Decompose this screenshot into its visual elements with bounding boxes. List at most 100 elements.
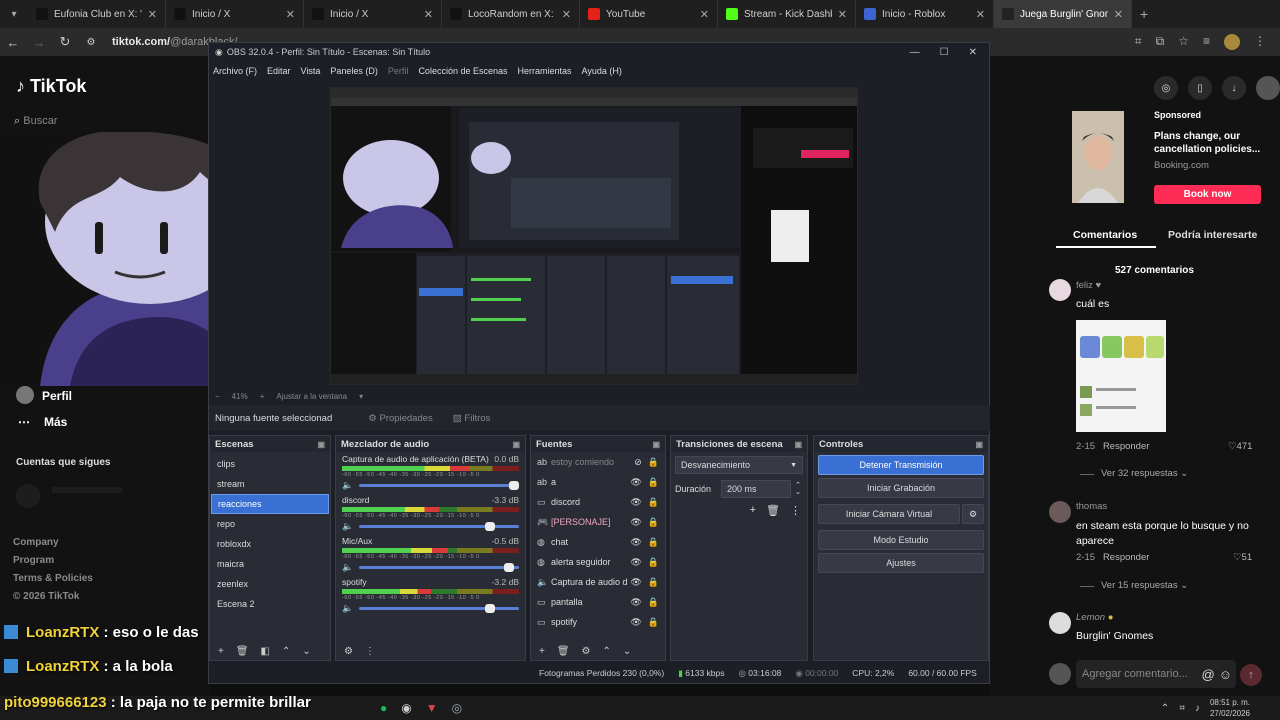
ad-thumbnail[interactable] [1072,111,1124,203]
comment-username[interactable]: Lemon ● [1076,612,1113,623]
extensions-icon[interactable]: ≡ [1203,34,1210,50]
browser-tab[interactable]: Juega Burglin' Gnomes: L ✕ [994,0,1132,28]
source-item[interactable]: ◍ chat 👁 🔒 [531,532,665,552]
tab-search-icon[interactable]: ▾ [0,0,28,28]
download-icon[interactable]: ↓ [1222,76,1246,100]
source-item[interactable]: ▭ discord 👁 🔒 [531,492,665,512]
slider-knob[interactable] [509,481,519,490]
footer-link[interactable]: Terms & Policies [13,570,93,588]
lock-icon[interactable]: 🔒 [648,597,659,608]
eye-icon[interactable]: 👁 [630,477,641,488]
zoom-in-icon[interactable]: + [260,392,265,401]
maximize-icon[interactable]: ☐ [940,47,949,58]
comment-username[interactable]: feliz ♥ [1076,280,1101,291]
tab-close-icon[interactable]: ✕ [838,8,847,21]
reply-button[interactable]: Responder [1103,441,1149,452]
lock-icon[interactable]: 🔒 [648,617,659,628]
phone-icon[interactable]: ▯ [1188,76,1212,100]
minimize-icon[interactable]: — [910,47,920,58]
eye-icon[interactable]: 👁 [630,497,641,508]
scene-item[interactable]: robloxdx [211,534,329,554]
mention-icon[interactable]: @ [1202,667,1215,682]
start-virtual-camera-button[interactable]: Iniciar Cámara Virtual [818,504,960,524]
speaker-icon[interactable]: 🔈 [342,521,353,532]
site-info-icon[interactable]: ⚙ [78,37,104,48]
move-up-icon[interactable]: ⌃ [282,646,290,657]
close-icon[interactable]: ✕ [969,47,977,58]
view-replies[interactable]: Ver 32 respuestas ⌄ [1101,468,1188,479]
tab-close-icon[interactable]: ✕ [562,8,571,21]
scene-item[interactable]: stream [211,474,329,494]
obs-taskbar-icon[interactable]: ◉ [401,701,411,715]
tab-close-icon[interactable]: ✕ [1114,8,1123,21]
reload-icon[interactable]: ↻ [52,34,78,50]
comment-image[interactable] [1076,320,1166,432]
remove-scene-icon[interactable]: 🗑 [236,646,249,657]
mixer-settings-icon[interactable]: ⚙ [344,646,353,657]
footer-link[interactable]: Company [13,534,93,552]
dock-undock-icon[interactable]: ▣ [975,440,983,449]
scene-item[interactable]: repo [211,514,329,534]
book-now-button[interactable]: Book now [1154,185,1261,204]
user-avatar[interactable] [1256,76,1280,100]
stop-streaming-button[interactable]: Detener Transmisión [818,455,984,475]
lock-icon[interactable]: 🔒 [648,537,659,548]
menu-item[interactable]: Ayuda (H) [582,66,622,76]
dock-undock-icon[interactable]: ▣ [794,440,802,449]
browser-tab[interactable]: Inicio - Roblox ✕ [856,0,994,28]
volume-slider[interactable] [359,604,519,613]
scene-item[interactable]: Escena 2 [211,594,329,614]
view-replies[interactable]: Ver 15 respuestas ⌄ [1101,580,1188,591]
menu-item[interactable]: Vista [301,66,321,76]
source-settings-icon[interactable]: ⚙ [582,646,591,657]
eye-hidden-icon[interactable]: ⊘ [634,457,642,468]
scene-item[interactable]: reacciones [211,494,329,514]
tiktok-logo[interactable]: ♪ TikTok [16,76,86,97]
tray-chevron-icon[interactable]: ⌃ [1161,703,1169,714]
add-comment-input[interactable]: Agregar comentario... @ ☺ [1076,660,1236,688]
spotify-icon[interactable]: ● [380,701,387,715]
browser-tab[interactable]: Stream - Kick Dashboard ✕ [718,0,856,28]
tab-interest[interactable]: Podría interesarte [1168,229,1257,241]
slider-knob[interactable] [485,522,496,531]
nav-more[interactable]: ⋯ Más [18,415,67,429]
obs-preview[interactable] [330,87,858,385]
browser-tab[interactable]: LocoRandom en X: "RESI ✕ [442,0,580,28]
footer-link[interactable]: © 2026 TikTok [13,588,93,606]
source-item[interactable]: ab estoy comiendo ⊘ 🔒 [531,452,665,472]
footer-link[interactable]: Program [13,552,93,570]
lock-icon[interactable]: 🔒 [648,557,659,568]
source-item[interactable]: ab a 👁 🔒 [531,472,665,492]
transition-menu-icon[interactable]: ⋮ [790,504,801,517]
lock-icon[interactable]: 🔒 [648,497,659,508]
clock[interactable]: 08:51 p. m. 27/02/2026 [1210,697,1250,719]
add-scene-icon[interactable]: + [218,646,224,657]
tab-close-icon[interactable]: ✕ [700,8,709,21]
source-up-icon[interactable]: ⌃ [603,646,611,657]
source-item[interactable]: 🎮 [PERSONAJE] 👁 🔒 [531,512,665,532]
add-transition-icon[interactable]: + [750,504,756,517]
menu-icon[interactable]: ⋮ [1254,34,1266,50]
nav-profile[interactable]: Perfil [16,386,72,404]
mixer-menu-icon[interactable]: ⋮ [365,646,375,657]
lock-icon[interactable]: 🔒 [648,577,659,588]
eye-icon[interactable]: 👁 [630,517,641,528]
zoom-dropdown-icon[interactable]: ▾ [359,392,363,401]
dock-undock-icon[interactable]: ▣ [512,440,520,449]
tab-close-icon[interactable]: ✕ [286,8,295,21]
compass-icon[interactable]: ◎ [1154,76,1178,100]
tab-close-icon[interactable]: ✕ [976,8,985,21]
menu-item[interactable]: Editar [267,66,291,76]
translate-icon[interactable]: ⌗ [1135,34,1142,50]
remove-transition-icon[interactable]: 🗑 [766,504,780,517]
menu-item[interactable]: Paneles (D) [330,66,378,76]
comment-avatar[interactable] [1049,612,1071,634]
eye-icon[interactable]: 👁 [630,577,641,588]
browser-tab[interactable]: YouTube ✕ [580,0,718,28]
back-icon[interactable]: ← [0,35,26,50]
browser-tab[interactable]: Eufonia Club en X: "MÁR ✕ [28,0,166,28]
speaker-icon[interactable]: 🔈 [342,603,353,614]
emoji-icon[interactable]: ☺ [1219,667,1232,682]
steam-icon[interactable]: ◎ [452,701,462,715]
slider-knob[interactable] [485,604,496,613]
